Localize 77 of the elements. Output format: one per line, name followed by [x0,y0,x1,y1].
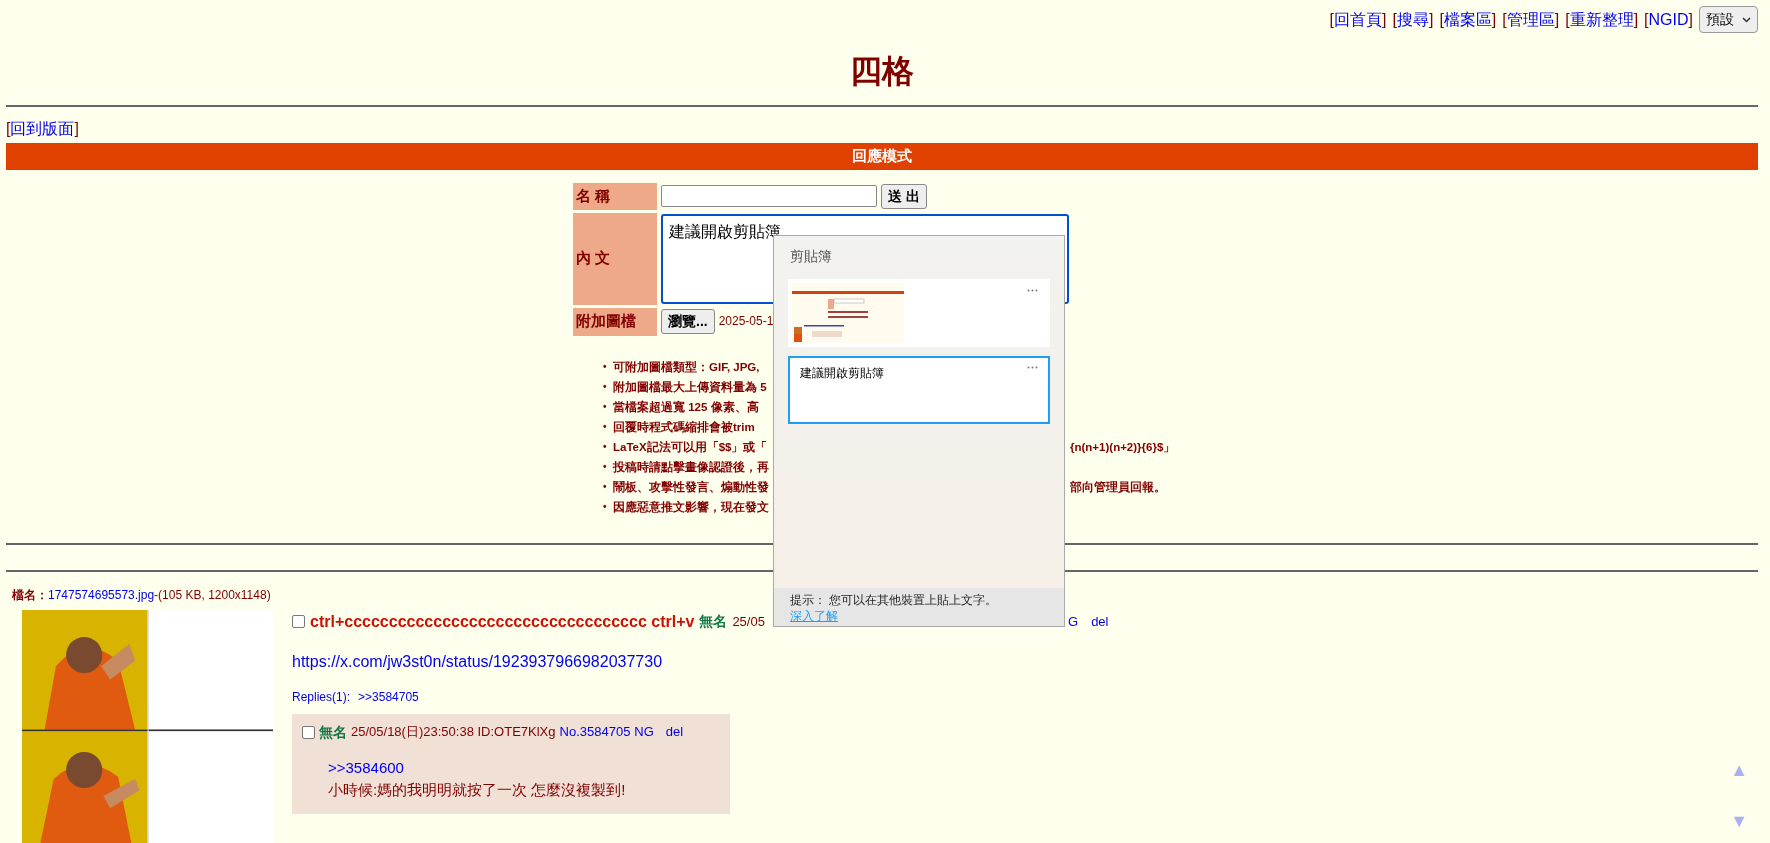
bracket: [ [1644,10,1649,28]
bracket: ] [1633,10,1639,28]
bullet: • [603,479,608,494]
nav-link[interactable]: 重新整理 [1569,10,1634,28]
bullet: • [603,419,608,434]
rule-text: 鬧板、攻擊性發言、煽動性發 [613,479,769,495]
nav-link[interactable]: 回首頁 [1334,10,1382,28]
bracket: [ [1439,10,1444,28]
clipboard-text: 建議開啟剪貼簿 [800,366,884,380]
reply-link[interactable]: >>3584705 [358,689,419,704]
quote-link[interactable]: >>3584600 [328,756,720,779]
bracket: ] [1428,10,1434,28]
rule-text: 投稿時請點擊畫像認證後，再 [613,459,769,475]
field-label: 名 稱 [573,182,657,210]
nav-link[interactable]: 搜尋 [1396,10,1429,28]
replies-label[interactable]: Replies(1): [292,689,351,704]
rule-text: LaTeX記法可以用「$$」或「 [613,439,768,455]
post-date: 25/05/18(日)23:50:38 ID:OTE7KlXg [351,723,556,742]
rule-text: 回覆時程式碼縮排會被trim [613,419,755,435]
bracket: [ [1502,10,1507,28]
panel-title: 剪貼簿 [789,247,833,266]
mode-bar: 回應模式 [6,143,1758,170]
rule-text: 附加圖檔最大上傳資料量為 5 [613,379,767,396]
more-icon[interactable] [1027,289,1038,292]
ng-link[interactable]: NG [634,722,654,742]
bracket: ] [1688,10,1693,28]
bracket: [ [6,120,11,137]
nav-link[interactable]: 管理區 [1506,10,1555,28]
bracket: [ [1565,10,1570,28]
bracket: ] [1491,10,1497,28]
checkbox[interactable] [302,725,315,739]
page-title: 四格 [849,52,915,91]
bracket: ] [1382,10,1387,28]
field-label: 附加圖檔 [573,307,657,336]
bracket: [ [1392,10,1397,28]
bullet: • [603,359,608,374]
poster-name: 無名 [699,612,728,631]
rule-text: {n(n+1)(n+2)}{6}$」 [1070,439,1176,455]
rule-text: 部向管理員回報。 [1070,479,1166,495]
file-meta: -(105 KB, 1200x1148) [154,587,271,602]
bracket: ] [1554,10,1560,28]
file-note: 2025-05-1 [718,313,774,330]
rule-text: 當檔案超過寬 125 像素、高 [613,399,759,415]
more-icon[interactable] [1027,366,1038,369]
caret-icon [1742,16,1751,23]
bracket: ] [74,120,79,137]
back-link[interactable]: 回到版面 [10,120,75,137]
clipboard-item[interactable] [788,279,1050,347]
submit-button[interactable]: 送 出 [881,183,927,209]
del-link[interactable]: del [1091,611,1109,632]
bullet: • [603,399,608,414]
theme-select[interactable]: 預設 [1699,6,1758,33]
post-url[interactable]: https://x.com/jw3st0n/status/1923937966982037730 [292,649,1109,674]
bullet: • [603,459,608,474]
ng-link[interactable]: G [1068,611,1079,632]
file-link[interactable]: 1747574695573.jpg [48,587,155,602]
clipboard-item[interactable]: 建議開啟剪貼簿 [788,356,1050,424]
nav-link[interactable]: NGID [1648,10,1689,28]
bullet: • [603,499,608,514]
field-label: 內 文 [573,212,657,305]
bracket: [ [1329,10,1334,28]
post-number-link[interactable]: No.3584705 [559,722,631,742]
name-field[interactable] [661,185,877,207]
post-date: 25/05 [732,612,765,631]
browse-button[interactable]: 瀏覽... [661,308,715,334]
rule-text: 可附加圖檔類型：GIF, JPG, [613,359,760,375]
reply-text: 小時候:媽的我明明就按了一次 怎麼沒複製到! [328,780,627,800]
nav-link[interactable]: 檔案區 [1443,10,1492,28]
poster-name: 無名 [319,722,347,742]
hint-text: 提示： 您可以在其他裝置上貼上文字。 [790,593,999,608]
checkbox[interactable] [292,615,305,628]
bullet: • [603,379,608,394]
post-subject: ctrl+cccccccccccccccccccccccccccccccccc ctrl+v [310,611,695,632]
rule-text: 因應惡意推文影響，現在發文 [613,499,769,515]
file-label: 檔名： [12,587,48,602]
del-link[interactable]: del [665,722,684,742]
bullet: • [603,439,608,454]
